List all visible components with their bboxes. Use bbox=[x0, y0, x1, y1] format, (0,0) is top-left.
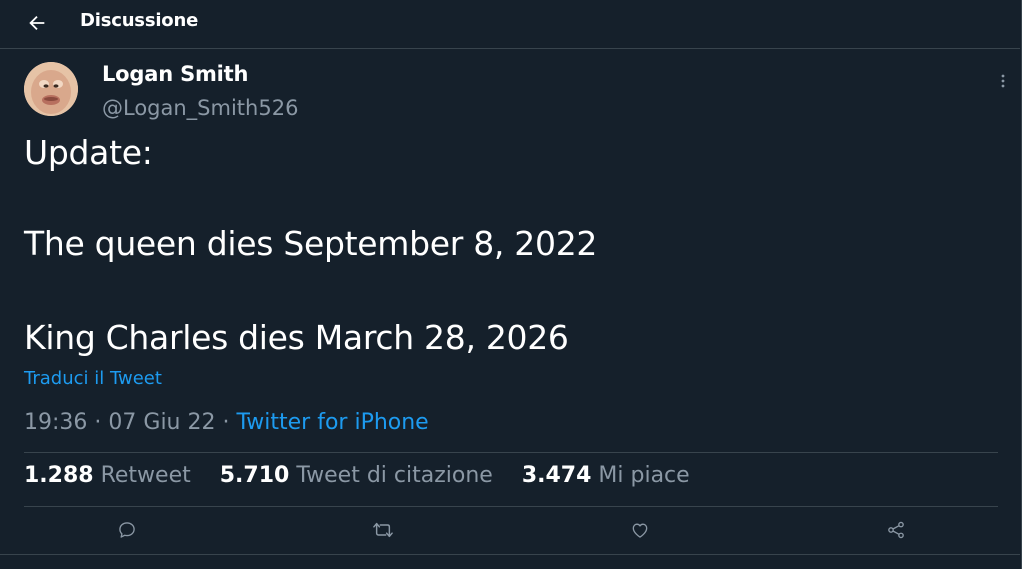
quote-count-stat[interactable]: 5.710 Tweet di citazione bbox=[220, 463, 493, 488]
retweet-button[interactable] bbox=[370, 517, 396, 543]
tweet-detail-page: Discussione Logan Smith @Logan_Smith526 … bbox=[0, 0, 1022, 569]
header-bar: Discussione bbox=[0, 0, 1020, 49]
retweet-count-stat[interactable]: 1.288 Retweet bbox=[24, 463, 191, 488]
divider bbox=[0, 554, 1020, 555]
meta-separator: · bbox=[222, 410, 230, 435]
share-icon bbox=[888, 521, 904, 539]
like-button[interactable] bbox=[627, 517, 653, 543]
tweet-text-line: Update: bbox=[24, 133, 153, 172]
retweet-icon bbox=[373, 522, 393, 538]
quote-count: 5.710 bbox=[219, 463, 290, 488]
share-button[interactable] bbox=[883, 517, 909, 543]
more-options-button[interactable] bbox=[992, 70, 1014, 92]
user-avatar-icon bbox=[24, 62, 78, 116]
divider bbox=[24, 506, 998, 507]
heart-icon bbox=[632, 523, 648, 538]
divider bbox=[24, 452, 998, 453]
tweet-source-link[interactable]: Twitter for iPhone bbox=[236, 410, 428, 435]
retweet-count: 1.288 bbox=[24, 463, 94, 488]
like-count: 3.474 bbox=[521, 463, 592, 488]
arrow-left-icon bbox=[29, 15, 45, 31]
quote-label: Tweet di citazione bbox=[296, 463, 493, 488]
reply-icon bbox=[119, 522, 135, 538]
like-label: Mi piace bbox=[598, 463, 690, 488]
back-button[interactable] bbox=[22, 8, 52, 38]
page-title: Discussione bbox=[80, 10, 199, 31]
tweet-date[interactable]: 07 Giu 22 bbox=[108, 410, 215, 435]
tweet-text-line: King Charles dies March 28, 2026 bbox=[24, 318, 569, 357]
translate-tweet-link[interactable]: Traduci il Tweet bbox=[24, 368, 162, 389]
vertical-dots-icon bbox=[1001, 74, 1005, 88]
author-handle[interactable]: @Logan_Smith526 bbox=[102, 96, 298, 120]
tweet-time[interactable]: 19:36 bbox=[24, 410, 87, 435]
author-display-name[interactable]: Logan Smith bbox=[102, 62, 248, 86]
reply-button[interactable] bbox=[114, 517, 140, 543]
tweet-stats: 1.288 Retweet 5.710 Tweet di citazione 3… bbox=[24, 463, 712, 488]
tweet-metadata: 19:36 · 07 Giu 22 · Twitter for iPhone bbox=[24, 410, 429, 435]
like-count-stat[interactable]: 3.474 Mi piace bbox=[522, 463, 690, 488]
avatar[interactable] bbox=[24, 62, 78, 116]
retweet-label: Retweet bbox=[100, 463, 191, 488]
meta-separator: · bbox=[94, 410, 102, 435]
tweet-text-line: The queen dies September 8, 2022 bbox=[24, 224, 598, 263]
